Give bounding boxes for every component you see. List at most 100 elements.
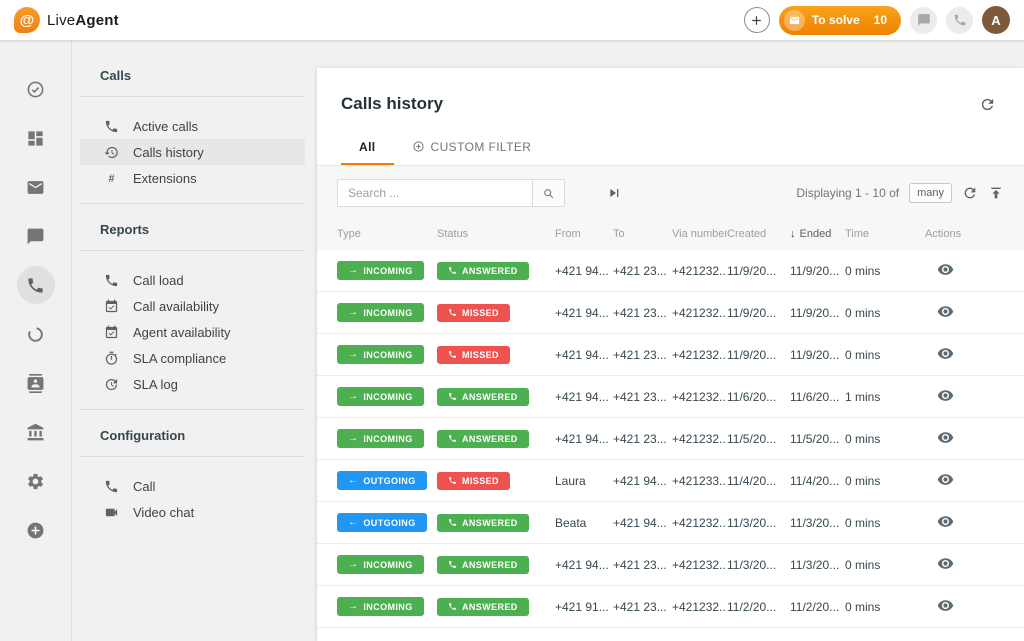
cell-ended: 11/9/20... (790, 264, 845, 278)
table-row[interactable]: ←OUTGOING ANSWERED Beata +421 94... +421… (317, 502, 1024, 544)
view-call-icon[interactable] (937, 597, 954, 614)
column-header-ended[interactable]: ↓ Ended (790, 228, 845, 240)
column-header-created[interactable]: Created (727, 228, 790, 240)
view-call-icon[interactable] (937, 429, 954, 446)
envelope-icon (784, 10, 805, 31)
refresh-icon[interactable] (979, 96, 996, 113)
icon-sidebar (0, 40, 72, 641)
view-call-icon[interactable] (937, 387, 954, 404)
upload-icon[interactable] (988, 185, 1004, 201)
call-type-badge: →INCOMING (337, 555, 424, 574)
sidebar-item-sla-log[interactable]: SLA log (80, 371, 305, 397)
cell-created: 11/2/20... (727, 600, 790, 614)
cell-ended: 11/3/20... (790, 558, 845, 572)
refresh-list-icon[interactable] (962, 185, 978, 201)
arrow-left-icon: ← (348, 517, 358, 528)
nav-bank[interactable] (17, 413, 55, 451)
chat-icon (26, 227, 45, 246)
count-badge[interactable]: many (909, 183, 952, 203)
tab-custom-filter[interactable]: CUSTOM FILTER (394, 130, 550, 165)
search-input[interactable] (337, 179, 533, 207)
column-header-status[interactable]: Status (437, 228, 555, 240)
avatar[interactable]: A (982, 6, 1010, 34)
call-button[interactable] (946, 7, 973, 34)
to-solve-button[interactable]: To solve 10 (779, 6, 901, 35)
cell-via-number: +421232... (672, 432, 727, 446)
cell-from: +421 94... (555, 264, 613, 278)
column-header-actions[interactable]: Actions (925, 228, 1004, 240)
column-header-time[interactable]: Time (845, 228, 925, 240)
table-row[interactable]: →INCOMING ANSWERED +421 91... +421 23...… (317, 586, 1024, 628)
table-row[interactable]: ←OUTGOING MISSED Laura +421 94... +42123… (317, 460, 1024, 502)
cell-to: +421 23... (613, 390, 672, 404)
sidebar-item-agent-availability[interactable]: Agent availability (80, 319, 305, 345)
sidebar-item-call[interactable]: Call (80, 473, 305, 499)
section-title-configuration: Configuration (80, 410, 305, 457)
table-row[interactable]: →INCOMING ANSWERED +421 94... +421 23...… (317, 418, 1024, 460)
nav-progress-circle[interactable] (17, 315, 55, 353)
table-row[interactable]: →INCOMING MISSED +421 94... +421 23... +… (317, 292, 1024, 334)
sidebar-item-label: SLA compliance (133, 351, 226, 366)
nav-contacts[interactable] (17, 364, 55, 402)
call-type-badge: ←OUTGOING (337, 513, 427, 532)
cell-created: 11/3/20... (727, 558, 790, 572)
nav-phone[interactable] (17, 266, 55, 304)
cell-ended: 11/9/20... (790, 348, 845, 362)
add-button[interactable] (744, 7, 770, 33)
cell-from: Laura (555, 474, 613, 488)
sidebar-item-call-load[interactable]: Call load (80, 267, 305, 293)
sidebar: CallsActive callsCalls history#Extension… (72, 40, 317, 641)
to-solve-count: 10 (874, 13, 887, 27)
video-icon (104, 505, 119, 520)
call-type-badge: ←OUTGOING (337, 471, 427, 490)
column-header-type[interactable]: Type (337, 228, 437, 240)
nav-mail[interactable] (17, 168, 55, 206)
nav-check-circle[interactable] (17, 70, 55, 108)
view-call-icon[interactable] (937, 303, 954, 320)
search-group (337, 179, 565, 207)
call-type-badge: →INCOMING (337, 429, 424, 448)
cell-via-number: +421232... (672, 558, 727, 572)
arrow-right-icon: → (348, 433, 358, 444)
view-call-icon[interactable] (937, 471, 954, 488)
view-call-icon[interactable] (937, 555, 954, 572)
tab-all[interactable]: All (341, 130, 394, 165)
call-status-badge: ANSWERED (437, 598, 529, 616)
sidebar-item-calls-history[interactable]: Calls history (80, 139, 305, 165)
column-header-from[interactable]: From (555, 228, 613, 240)
cell-from: +421 94... (555, 306, 613, 320)
nav-gear[interactable] (17, 462, 55, 500)
cell-created: 11/3/20... (727, 516, 790, 530)
sidebar-item-video-chat[interactable]: Video chat (80, 499, 305, 525)
table-row[interactable]: →INCOMING ANSWERED +421 94... +421 23...… (317, 544, 1024, 586)
table-row[interactable]: →INCOMING ANSWERED +421 94... +421 23...… (317, 250, 1024, 292)
nav-chat[interactable] (17, 217, 55, 255)
table-row[interactable]: →INCOMING MISSED +421 94... +421 23... +… (317, 334, 1024, 376)
call-type-badge: →INCOMING (337, 345, 424, 364)
view-call-icon[interactable] (937, 261, 954, 278)
plus-icon (750, 14, 763, 27)
sidebar-item-extensions[interactable]: #Extensions (80, 165, 305, 191)
arrow-right-icon: → (348, 307, 358, 318)
view-call-icon[interactable] (937, 345, 954, 362)
table-row[interactable]: →INCOMING ANSWERED +421 94... +421 23...… (317, 376, 1024, 418)
cell-time: 0 mins (845, 558, 925, 572)
call-status-badge: ANSWERED (437, 262, 529, 280)
search-button[interactable] (533, 179, 565, 207)
column-header-via[interactable]: Via number (672, 228, 727, 240)
bank-icon (26, 423, 45, 442)
cell-created: 11/9/20... (727, 306, 790, 320)
arrow-right-icon: → (348, 601, 358, 612)
cell-created: 11/6/20... (727, 390, 790, 404)
cell-time: 0 mins (845, 600, 925, 614)
expand-filter-icon[interactable] (607, 185, 623, 201)
sidebar-item-active-calls[interactable]: Active calls (80, 113, 305, 139)
nav-dashboard[interactable] (17, 119, 55, 157)
nav-plus-circle[interactable] (17, 511, 55, 549)
column-header-to[interactable]: To (613, 228, 672, 240)
check-circle-icon (26, 80, 45, 99)
sidebar-item-call-availability[interactable]: Call availability (80, 293, 305, 319)
chat-button[interactable] (910, 7, 937, 34)
view-call-icon[interactable] (937, 513, 954, 530)
sidebar-item-sla-compliance[interactable]: SLA compliance (80, 345, 305, 371)
